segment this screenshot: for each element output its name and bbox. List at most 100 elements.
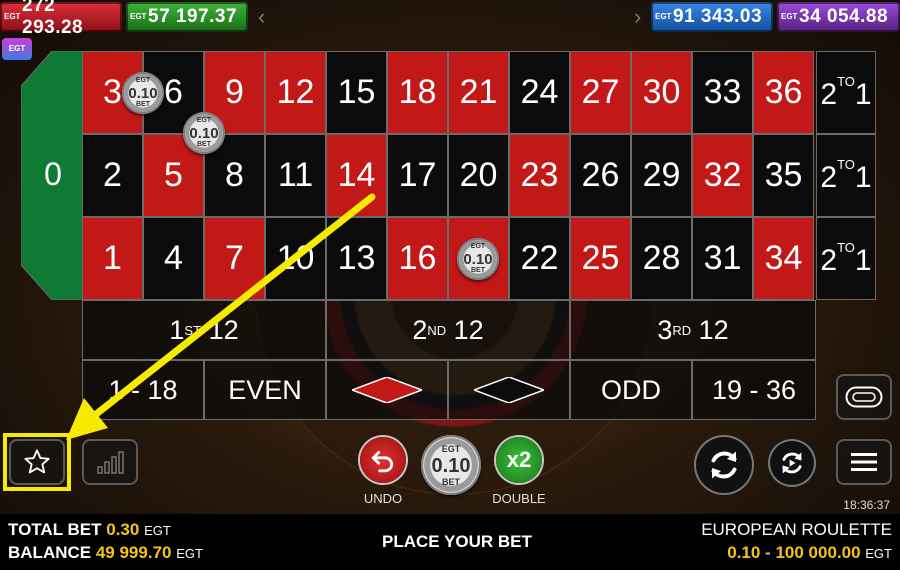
bet-number-cell[interactable]: 31 [692, 217, 753, 300]
bet-number-cell[interactable]: 11 [265, 134, 326, 217]
double-label: DOUBLE [492, 491, 546, 506]
bet-first-dozen[interactable]: 1 ST 12 [82, 300, 326, 360]
bet-even[interactable]: EVEN [204, 360, 326, 420]
bet-high-label: 19 - 36 [711, 374, 797, 405]
jackpot-brand: EGT [781, 12, 798, 21]
total-bet-value: 0.30 [106, 520, 140, 539]
bet-number-cell[interactable]: 10 [265, 217, 326, 300]
undo-label: UNDO [363, 491, 403, 506]
double-button[interactable]: x2 [496, 437, 542, 483]
bet-number-cell[interactable]: 15 [326, 51, 387, 134]
double-value: x2 [506, 447, 532, 472]
bet-red[interactable] [326, 360, 448, 420]
chip-value: 0.10 [431, 455, 471, 477]
number-label: 5 [164, 156, 183, 194]
undo-icon [371, 451, 394, 473]
bet-high[interactable]: 19 - 36 [692, 360, 816, 420]
chevron-right-icon[interactable]: › [634, 4, 641, 30]
number-label: 34 [764, 239, 803, 277]
selected-chip[interactable]: EGT 0.10 BET [421, 435, 481, 495]
jackpot-brand: EGT [4, 12, 21, 21]
number-label: 18 [398, 73, 437, 111]
placed-chip[interactable]: EGT 0.10 BET [122, 72, 164, 114]
bet-number-cell[interactable]: 2 [82, 134, 143, 217]
bet-number-cell[interactable]: 25 [570, 217, 631, 300]
bet-number-cell[interactable]: 36 [753, 51, 814, 134]
bet-number-cell[interactable]: 35 [753, 134, 814, 217]
repeat-bet-button[interactable] [696, 437, 752, 493]
bet-number-cell[interactable]: 4 [143, 217, 204, 300]
bet-number-cell[interactable]: 20 [448, 134, 509, 217]
bet-odd[interactable]: ODD [570, 360, 692, 420]
column-bet-top[interactable]: 2TO1 [816, 51, 876, 134]
dozen-sup: ST [184, 322, 202, 338]
jackpot-3: EGT 91 343.03 [651, 2, 773, 32]
number-label: 16 [398, 239, 437, 277]
column-bet-sup: TO [837, 73, 855, 89]
bet-number-cell[interactable]: 16 [387, 217, 448, 300]
bet-number-cell[interactable]: 26 [570, 134, 631, 217]
bet-number-cell[interactable]: 12 [265, 51, 326, 134]
bet-third-dozen[interactable]: 3 RD 12 [570, 300, 816, 360]
dozen-num: 1 [169, 314, 185, 345]
bet-number-cell[interactable]: 23 [509, 134, 570, 217]
bet-second-dozen[interactable]: 2 ND 12 [326, 300, 570, 360]
number-label: 33 [703, 73, 742, 111]
column-bet-bottom[interactable]: 2TO1 [816, 217, 876, 300]
bet-number-cell[interactable]: 28 [631, 217, 692, 300]
undo-button[interactable] [360, 437, 406, 483]
number-label: 36 [764, 73, 803, 111]
racetrack-button[interactable] [836, 374, 892, 420]
bet-black[interactable] [448, 360, 570, 420]
hamburger-menu-icon [851, 453, 877, 471]
balance-value: 49 999.70 [95, 543, 172, 562]
number-label: 27 [581, 73, 620, 111]
dozen-val: 12 [698, 314, 729, 345]
number-label: 22 [520, 239, 559, 277]
placed-chip[interactable]: EGT 0.10 BET [457, 238, 499, 280]
dozen-sup: RD [672, 322, 692, 338]
bet-number-cell[interactable]: 21 [448, 51, 509, 134]
bet-number-cell[interactable]: 33 [692, 51, 753, 134]
bet-number-cell[interactable]: 13 [326, 217, 387, 300]
jackpot-brand: EGT [130, 12, 147, 21]
placed-chip[interactable]: EGT 0.10 BET [183, 112, 225, 154]
bet-zero[interactable]: 0 [21, 51, 83, 300]
racetrack-icon [845, 386, 883, 408]
jackpot-4: EGT 34 054.88 [777, 2, 900, 32]
bet-number-cell[interactable]: 24 [509, 51, 570, 134]
number-label: 7 [225, 239, 244, 277]
number-label: 11 [277, 156, 314, 194]
column-bet-label: 2TO1 [820, 157, 871, 195]
statistics-button[interactable] [82, 439, 138, 485]
bet-number-cell[interactable]: 22 [509, 217, 570, 300]
bet-number-cell[interactable]: 27 [570, 51, 631, 134]
number-label: 29 [642, 156, 681, 194]
number-label: 1 [103, 239, 122, 277]
number-label: 3 [103, 73, 122, 111]
bet-limits: 0.10 - 100 000.00 EGT [727, 543, 892, 563]
bet-number-cell[interactable]: 29 [631, 134, 692, 217]
column-bet-sup: TO [837, 156, 855, 172]
balance-label: BALANCE [8, 543, 92, 562]
chevron-left-icon[interactable]: ‹ [258, 4, 265, 30]
bet-odd-label: ODD [601, 374, 661, 405]
autoplay-button[interactable] [770, 441, 814, 485]
number-label: 12 [276, 73, 315, 111]
bet-number-cell[interactable]: 34 [753, 217, 814, 300]
bet-number-cell[interactable]: 30 [631, 51, 692, 134]
dozen-sup: ND [427, 322, 447, 338]
bet-number-cell[interactable]: 1 [82, 217, 143, 300]
menu-button[interactable] [836, 439, 892, 485]
column-bet-middle[interactable]: 2TO1 [816, 134, 876, 217]
bet-number-cell[interactable]: 14 [326, 134, 387, 217]
number-label: 31 [703, 239, 742, 277]
bet-number-cell[interactable]: 18 [387, 51, 448, 134]
bet-number-cell[interactable]: 7 [204, 217, 265, 300]
bet-low[interactable]: 1 - 18 [82, 360, 204, 420]
jackpot-value: 91 343.03 [673, 6, 763, 27]
bar-chart-icon [97, 451, 124, 474]
jackpot-value: 272 293.28 [22, 0, 84, 38]
bet-number-cell[interactable]: 32 [692, 134, 753, 217]
bet-number-cell[interactable]: 17 [387, 134, 448, 217]
